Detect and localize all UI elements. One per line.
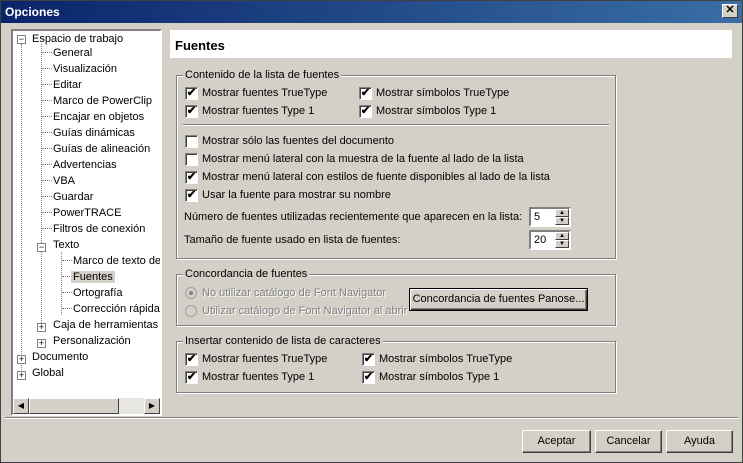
char-list-group: Insertar contenido de lista de caractere… <box>176 335 616 393</box>
tree-item-spelling[interactable]: Ortografía <box>71 285 125 301</box>
tree-connector <box>21 44 22 376</box>
tree-item-edit[interactable]: Editar <box>51 77 84 93</box>
tree-item-document[interactable]: Documento <box>30 349 90 365</box>
font-size-spinner[interactable]: 20 ▲ ▼ <box>529 230 571 250</box>
window-title: Opciones <box>5 5 60 19</box>
expand-icon[interactable]: + <box>17 371 26 380</box>
check-icon: ✔ <box>185 371 198 384</box>
font-list-group: Contenido de la lista de fuentes ✔ Mostr… <box>176 69 616 259</box>
tree-item-general[interactable]: General <box>51 45 94 61</box>
check-icon: ✔ <box>185 87 198 100</box>
tree-item-save[interactable]: Guardar <box>51 189 95 205</box>
check-icon: ✔ <box>185 105 198 118</box>
tree-item-dynamic-guides[interactable]: Guías dinámicas <box>51 125 137 141</box>
separator <box>183 124 609 126</box>
check-icon <box>185 153 198 166</box>
radio-selected-icon <box>185 287 197 299</box>
expand-icon[interactable]: + <box>17 355 26 364</box>
check-icon: ✔ <box>359 87 372 100</box>
cancel-button[interactable]: Cancelar <box>595 430 662 453</box>
tree-item-customization[interactable]: Personalización <box>51 333 133 349</box>
font-matching-group: Concordancia de fuentes No utilizar catá… <box>176 268 616 326</box>
expand-icon[interactable]: + <box>37 339 46 348</box>
tree-item-global[interactable]: Global <box>30 365 66 381</box>
options-tree[interactable]: − Espacio de trabajo General Visualizaci… <box>11 29 162 416</box>
check-icon: ✔ <box>362 353 375 366</box>
divider <box>5 417 738 419</box>
tree-item-plugin-filters[interactable]: Filtros de conexión <box>51 221 147 237</box>
group-legend: Concordancia de fuentes <box>183 268 310 280</box>
radio-icon <box>185 305 197 317</box>
options-dialog: Opciones ✕ − Espacio de trabajo General … <box>0 0 743 463</box>
scroll-thumb[interactable] <box>29 398 119 414</box>
recent-fonts-spinner[interactable]: 5 ▲ ▼ <box>529 207 571 227</box>
tree-item-text-frame[interactable]: Marco de texto de <box>71 253 160 269</box>
spin-up-icon[interactable]: ▲ <box>555 209 569 217</box>
tree-item-quick-correct[interactable]: Corrección rápida <box>71 301 160 317</box>
spin-up-icon[interactable]: ▲ <box>555 232 569 240</box>
ok-button[interactable]: Aceptar <box>522 430 591 453</box>
tree-item-warnings[interactable]: Advertencias <box>51 157 119 173</box>
scroll-left-icon[interactable]: ◀ <box>13 398 29 414</box>
recent-fonts-label: Número de fuentes utilizadas recientemen… <box>184 211 523 223</box>
title-bar: Opciones ✕ <box>1 1 742 23</box>
check-icon: ✔ <box>359 105 372 118</box>
tree-connector <box>41 44 42 331</box>
help-button[interactable]: Ayuda <box>666 430 733 453</box>
close-button[interactable]: ✕ <box>722 4 738 18</box>
page-header: Fuentes <box>170 30 732 58</box>
tree-item-alignment-guides[interactable]: Guías de alineación <box>51 141 152 157</box>
tree-item-toolbox[interactable]: Caja de herramientas <box>51 317 160 333</box>
group-legend: Contenido de la lista de fuentes <box>183 69 342 81</box>
expand-icon[interactable]: + <box>37 323 46 332</box>
tree-item-vba[interactable]: VBA <box>51 173 77 189</box>
panose-matching-button[interactable]: Concordancia de fuentes Panose... <box>409 288 588 311</box>
tree-item-powerclip[interactable]: Marco de PowerClip <box>51 93 154 109</box>
tree-connector <box>61 252 62 315</box>
check-icon: ✔ <box>185 171 198 184</box>
horizontal-scrollbar[interactable]: ◀ ▶ <box>13 398 160 414</box>
collapse-icon[interactable]: − <box>17 35 26 44</box>
check-icon: ✔ <box>185 189 198 202</box>
tree-item-text[interactable]: Texto <box>51 237 81 253</box>
check-icon: ✔ <box>185 353 198 366</box>
spinner-value: 20 <box>534 234 547 246</box>
spin-down-icon[interactable]: ▼ <box>555 217 569 225</box>
tree-item-powertrace[interactable]: PowerTRACE <box>51 205 123 221</box>
spinner-value: 5 <box>534 211 541 223</box>
tree-item-snap[interactable]: Encajar en objetos <box>51 109 146 125</box>
scroll-right-icon[interactable]: ▶ <box>144 398 160 414</box>
check-icon <box>185 135 198 148</box>
font-size-label: Tamaño de fuente usado en lista de fuent… <box>184 234 401 246</box>
group-legend: Insertar contenido de lista de caractere… <box>183 335 383 347</box>
page-title: Fuentes <box>175 38 225 53</box>
check-icon: ✔ <box>362 371 375 384</box>
tree-item-fonts[interactable]: Fuentes <box>71 269 115 285</box>
spin-down-icon[interactable]: ▼ <box>555 240 569 248</box>
collapse-icon[interactable]: − <box>37 243 46 252</box>
tree-item-display[interactable]: Visualización <box>51 61 119 77</box>
